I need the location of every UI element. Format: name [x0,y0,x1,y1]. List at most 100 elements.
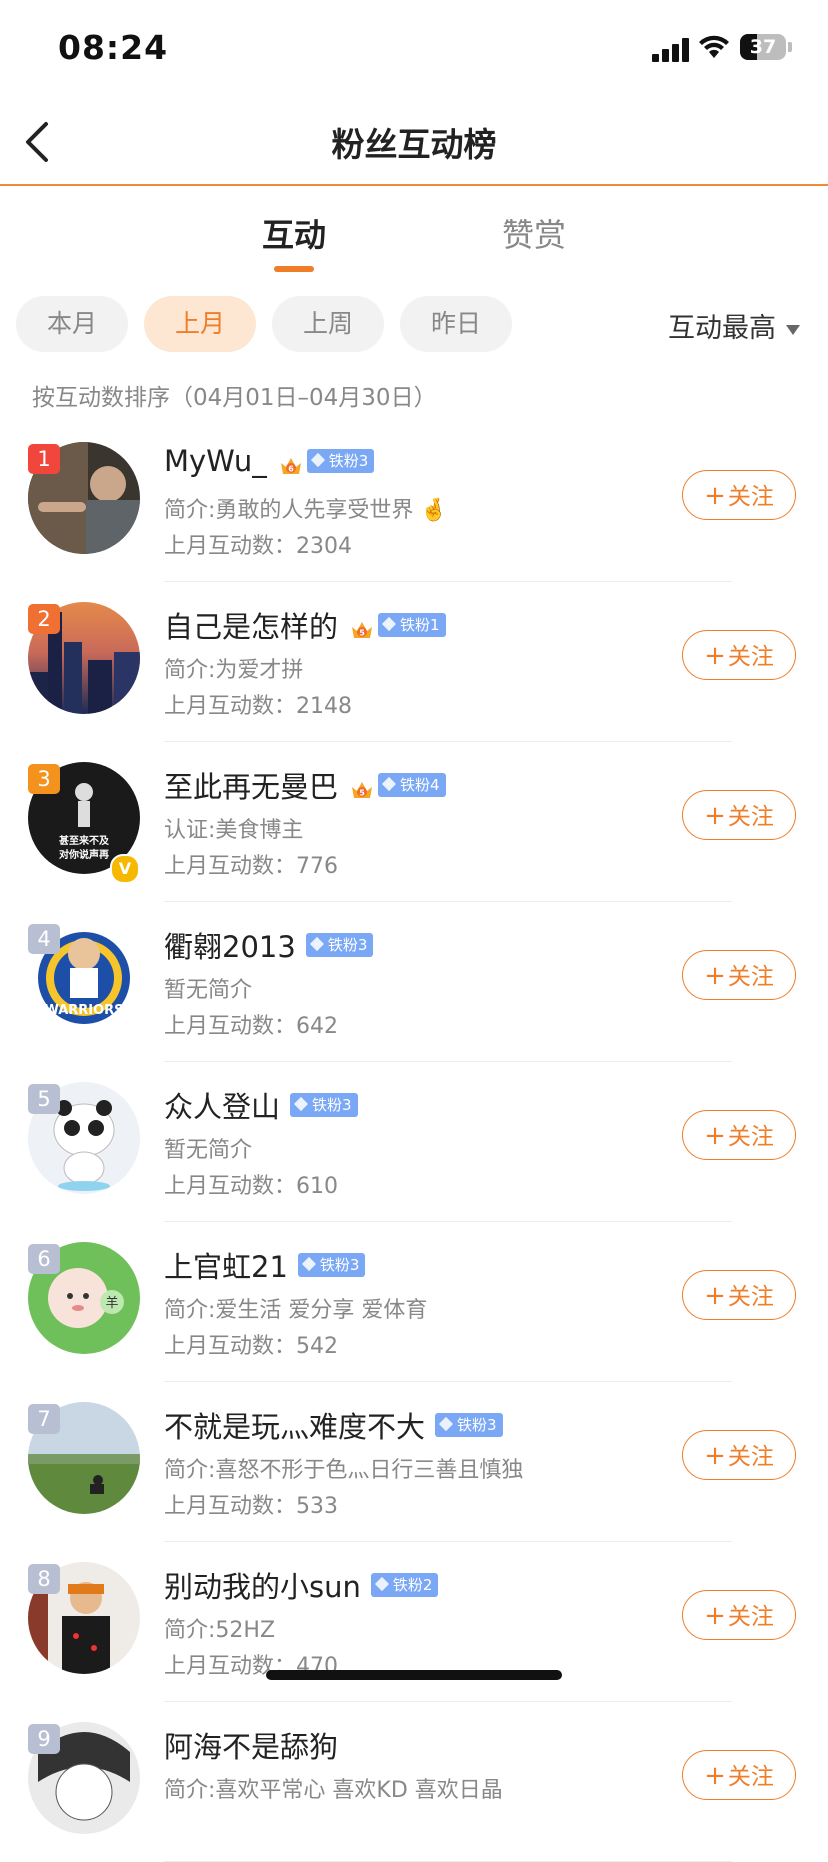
interaction-count: 上月互动数：2304 [164,534,352,559]
fan-list-item[interactable]: 7 不就是玩灬难度不大 铁粉3 简介:喜怒不形于色灬日行三善且慎独 上月互动数：533 +… [0,1382,828,1542]
fan-list-item[interactable]: 6 羊 上官虹21 铁粉3 简介:爱生活 爱分享 爱体育 上月互动数：542 +关注 [0,1222,828,1382]
fan-level-label: 铁粉3 [319,1256,360,1274]
user-name[interactable]: 别动我的小sun [164,1564,361,1606]
fan-list-item[interactable]: 5 众人登山 铁粉3 暂无简介 上月互动数：610 +关注 [0,1062,828,1222]
user-bio: 简介:52HZ [164,1618,276,1643]
svg-text:对你说声再: 对你说声再 [59,848,109,861]
follow-label: 关注 [727,1604,774,1630]
plus-icon: + [704,1281,726,1311]
follow-label: 关注 [727,1124,774,1150]
follow-button[interactable]: +关注 [682,470,796,520]
follow-button[interactable]: +关注 [682,1430,796,1480]
follow-button[interactable]: +关注 [682,790,796,840]
verified-icon: V [110,854,140,884]
user-name-row: 衢翱2013 铁粉3 [164,924,374,966]
period-filters: 本月 上月 上周 昨日 互动最高 [0,296,828,352]
page-title: 粉丝互动榜 [331,125,497,164]
chip-yesterday[interactable]: 昨日 [400,296,512,352]
fan-list-item[interactable]: 9 阿海不是舔狗 简介:喜欢平常心 喜欢KD 喜欢日晶 +关注 [0,1702,828,1862]
fan-ranking-list: 1 MyWu_ 6 铁粉3 简介:勇敢的人先享受世界 🤞 上月互动数：2304 +关注 2 自己… [0,422,828,1862]
fan-level-label: 铁粉2 [392,1576,433,1594]
follow-button[interactable]: +关注 [682,1270,796,1320]
follow-button[interactable]: +关注 [682,1750,796,1800]
svg-text:6: 6 [288,465,294,474]
user-name-row: 至此再无曼巴 5 铁粉4 [164,764,446,806]
fan-level-tag: 铁粉3 [290,1093,358,1117]
battery-tip [788,42,792,52]
sort-range-note: 按互动数排序（04月01日–04月30日） [32,385,437,411]
fan-level-label: 铁粉3 [327,936,368,954]
status-time: 08:24 [58,28,169,67]
plus-icon: + [704,1121,726,1151]
user-name-row: MyWu_ 6 铁粉3 [164,444,375,478]
follow-label: 关注 [727,804,774,830]
follow-button[interactable]: +关注 [682,630,796,680]
chip-this-month[interactable]: 本月 [16,296,128,352]
sort-dropdown[interactable]: 互动最高 [668,306,800,345]
rank-badge: 6 [28,1244,60,1274]
interaction-count: 上月互动数：610 [164,1174,338,1199]
wifi-icon [699,35,729,58]
nav-bar: 粉丝互动榜 [0,100,828,186]
home-indicator [266,1670,562,1680]
follow-label: 关注 [727,1764,774,1790]
diamond-icon [310,452,325,468]
user-name[interactable]: MyWu_ [164,444,267,478]
plus-icon: + [704,1761,726,1791]
user-name-row: 不就是玩灬难度不大 铁粉3 [164,1404,503,1446]
diamond-icon [381,616,397,632]
follow-label: 关注 [727,644,774,670]
interaction-count: 上月互动数：642 [164,1014,338,1039]
plus-icon: + [704,961,726,991]
status-bar: 08:24 37 [0,0,828,100]
user-name[interactable]: 至此再无曼巴 [164,764,338,806]
rank-badge: 1 [28,444,60,474]
user-bio: 简介:爱生活 爱分享 爱体育 [164,1298,428,1323]
rank-badge: 3 [28,764,60,794]
fan-level-tag: 铁粉4 [378,773,446,797]
diamond-icon [438,1416,454,1432]
follow-button[interactable]: +关注 [682,950,796,1000]
fan-level-label: 铁粉4 [400,776,440,794]
sort-label: 互动最高 [668,313,776,344]
fan-level-tag: 铁粉3 [435,1413,503,1437]
interaction-count: 上月互动数：776 [164,854,338,879]
diamond-icon [293,1096,309,1112]
fan-list-item[interactable]: 2 自己是怎样的 5 铁粉1 简介:为爱才拼 上月互动数：2148 +关注 [0,582,828,742]
cellular-signal-icon [652,38,690,62]
diamond-icon [381,776,397,792]
user-name[interactable]: 阿海不是舔狗 [164,1724,338,1766]
user-bio: 简介:喜怒不形于色灬日行三善且慎独 [164,1458,524,1483]
user-name[interactable]: 众人登山 [164,1084,280,1126]
user-name[interactable]: 不就是玩灬难度不大 [164,1404,425,1446]
follow-button[interactable]: +关注 [682,1590,796,1640]
fan-level-tag: 铁粉3 [305,933,374,957]
plus-icon: + [704,481,726,511]
user-name-row: 阿海不是舔狗 [164,1724,338,1766]
chip-last-month[interactable]: 上月 [144,296,256,352]
crown-icon: 5 [350,774,374,798]
fan-list-item[interactable]: 1 MyWu_ 6 铁粉3 简介:勇敢的人先享受世界 🤞 上月互动数：2304 +关注 [0,422,828,582]
fan-level-tag: 铁粉3 [297,1253,366,1277]
plus-icon: + [704,801,726,831]
user-name-row: 众人登山 铁粉3 [164,1084,358,1126]
fan-list-item[interactable]: 4 WARRIORS 衢翱2013 铁粉3 暂无简介 上月互动数：642 +关注 [0,902,828,1062]
user-name-row: 别动我的小sun 铁粉2 [164,1564,439,1606]
user-bio: 简介:喜欢平常心 喜欢KD 喜欢日晶 [164,1778,503,1803]
svg-text:5: 5 [359,629,365,638]
rank-badge: 7 [28,1404,60,1434]
user-name[interactable]: 上官虹21 [164,1244,288,1286]
fan-level-label: 铁粉1 [400,616,440,634]
fan-level-tag: 铁粉1 [378,613,446,637]
tab-reward[interactable]: 赞赏 [502,210,566,256]
tab-interaction[interactable]: 互动 [262,210,326,256]
fan-level-label: 铁粉3 [457,1416,497,1434]
user-name[interactable]: 衢翱2013 [164,924,296,966]
interaction-count: 上月互动数：533 [164,1494,338,1519]
chip-last-week[interactable]: 上周 [272,296,384,352]
fan-list-item[interactable]: 3 甚至来不及 对你说声再 V 至此再无曼巴 5 铁粉4 认证:美食博主 上月互动数：776 +关… [0,742,828,902]
user-name[interactable]: 自己是怎样的 [164,604,338,646]
follow-label: 关注 [727,1284,774,1310]
user-bio: 简介:勇敢的人先享受世界 🤞 [164,498,448,523]
follow-button[interactable]: +关注 [682,1110,796,1160]
